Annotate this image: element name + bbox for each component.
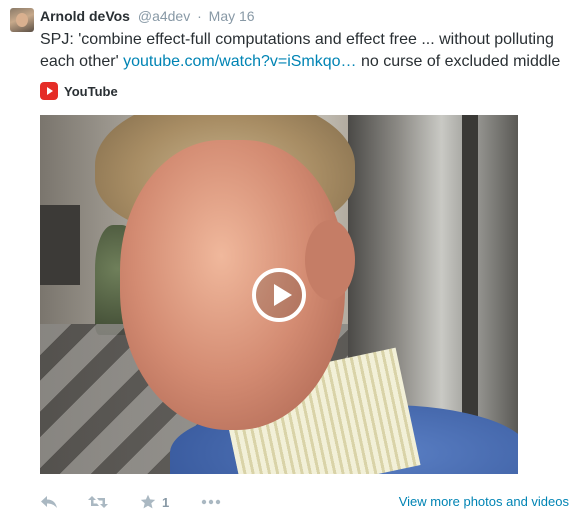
avatar-face: [16, 13, 28, 27]
author-username[interactable]: @a4dev: [138, 8, 190, 24]
view-more-link[interactable]: View more photos and videos: [399, 494, 569, 509]
retweet-icon[interactable]: [88, 495, 108, 509]
video-thumbnail[interactable]: [40, 115, 518, 474]
tweet-link[interactable]: youtube.com/watch?v=iSmkqo…: [123, 53, 356, 70]
tweet-header: Arnold deVos @a4dev · May 16: [40, 7, 255, 25]
card-source-label: YouTube: [64, 83, 118, 99]
favorite-count: 1: [162, 494, 170, 510]
avatar[interactable]: [10, 8, 34, 32]
video-window: [40, 205, 80, 285]
star-icon: [140, 494, 156, 509]
play-icon[interactable]: [252, 267, 306, 322]
favorite-button[interactable]: 1: [140, 494, 169, 510]
author-fullname[interactable]: Arnold deVos: [40, 8, 130, 24]
more-icon[interactable]: [201, 499, 221, 505]
tweet-text-after: no curse of excluded middle: [356, 53, 561, 70]
header-separator: ·: [197, 8, 202, 24]
tweet-text: SPJ: 'combine effect-full computations a…: [40, 29, 570, 73]
video-ear: [305, 220, 355, 300]
reply-icon[interactable]: [40, 495, 58, 509]
card-source[interactable]: YouTube: [40, 81, 118, 101]
tweet-timestamp[interactable]: May 16: [209, 8, 255, 24]
youtube-icon: [40, 82, 58, 100]
